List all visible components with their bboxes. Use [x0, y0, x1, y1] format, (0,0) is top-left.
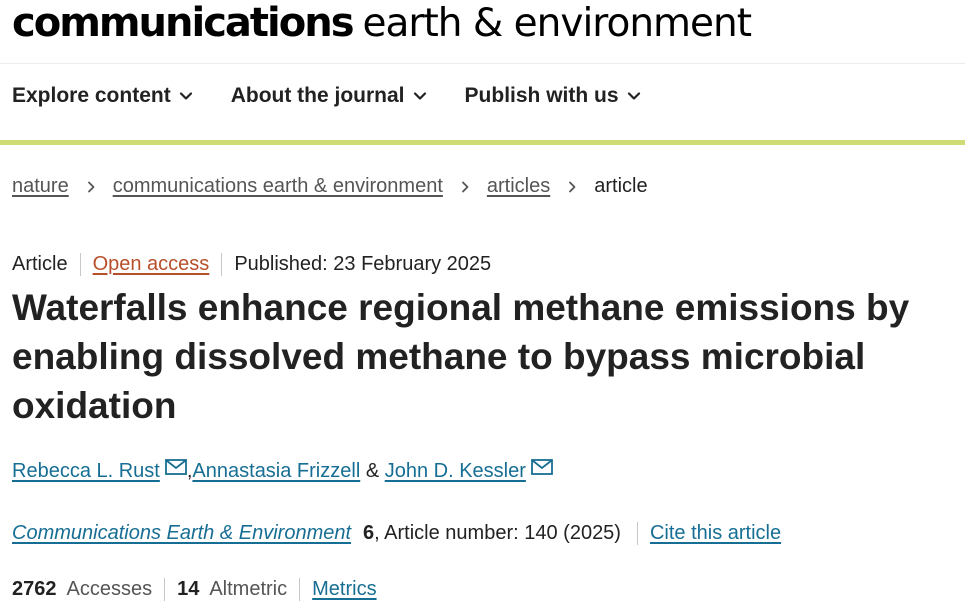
breadcrumb-current: article — [594, 175, 648, 197]
journal-link[interactable]: Communications Earth & Environment — [12, 522, 351, 545]
open-access-link[interactable]: Open access — [81, 253, 223, 276]
nav-item-label: About the journal — [230, 84, 405, 107]
published-date: Published: 23 February 2025 — [234, 253, 492, 275]
author-list: Rebecca L. Rust , Annastasia Frizzell & … — [12, 458, 553, 483]
breadcrumb: nature communications earth & environmen… — [12, 175, 648, 198]
altmetric-count: 14 — [177, 578, 200, 600]
nav-explore-content[interactable]: Explore content — [12, 84, 193, 108]
nav-about-journal[interactable]: About the journal — [231, 84, 427, 108]
logo-text-bold: communications — [12, 0, 355, 46]
accesses-count: 2762 — [12, 578, 57, 600]
author-separator: & — [360, 460, 385, 482]
citation-line: Communications Earth & Environment 6 , A… — [12, 522, 781, 545]
cite-this-article-link[interactable]: Cite this article — [650, 522, 781, 545]
header-divider — [0, 63, 965, 64]
envelope-icon[interactable] — [164, 458, 187, 475]
breadcrumb-articles[interactable]: articles — [487, 175, 550, 198]
altmetric-label: Altmetric — [209, 578, 288, 600]
nav-item-label: Explore content — [12, 84, 171, 107]
article-meta: Article Open access Published: 23 Februa… — [12, 253, 491, 276]
main-nav: Explore content About the journal Publis… — [12, 84, 641, 108]
breadcrumb-nature[interactable]: nature — [12, 175, 69, 198]
author-link[interactable]: Annastasia Frizzell — [192, 460, 360, 483]
article-title: Waterfalls enhance regional methane emis… — [12, 287, 910, 426]
nav-item-label: Publish with us — [464, 84, 619, 107]
chevron-down-icon — [413, 92, 426, 100]
volume-number: 6 — [363, 522, 375, 544]
metrics-link[interactable]: Metrics — [312, 578, 376, 601]
accesses-metric: 2762 Accesses — [12, 578, 166, 601]
envelope-icon[interactable] — [530, 458, 553, 475]
altmetric-metric: 14 Altmetric — [177, 578, 301, 601]
chevron-down-icon — [179, 92, 192, 100]
breadcrumb-journal[interactable]: communications earth & environment — [113, 175, 443, 198]
author-link[interactable]: John D. Kessler — [385, 460, 526, 483]
author-link[interactable]: Rebecca L. Rust — [12, 460, 160, 483]
logo-text-light: earth & environment — [362, 1, 753, 46]
metrics-row: 2762 Accesses 14 Altmetric Metrics — [12, 578, 377, 601]
chevron-right-icon — [87, 181, 95, 192]
chevron-right-icon — [569, 181, 576, 192]
journal-logo[interactable]: communications earth & environment — [12, 0, 753, 48]
chevron-down-icon — [627, 92, 640, 100]
nav-publish-with-us[interactable]: Publish with us — [465, 84, 641, 108]
accesses-label: Accesses — [66, 578, 153, 600]
accent-bar — [0, 140, 965, 145]
chevron-right-icon — [461, 181, 469, 192]
article-number: , Article number: 140 (2025) — [374, 522, 638, 545]
article-type: Article — [12, 253, 81, 276]
